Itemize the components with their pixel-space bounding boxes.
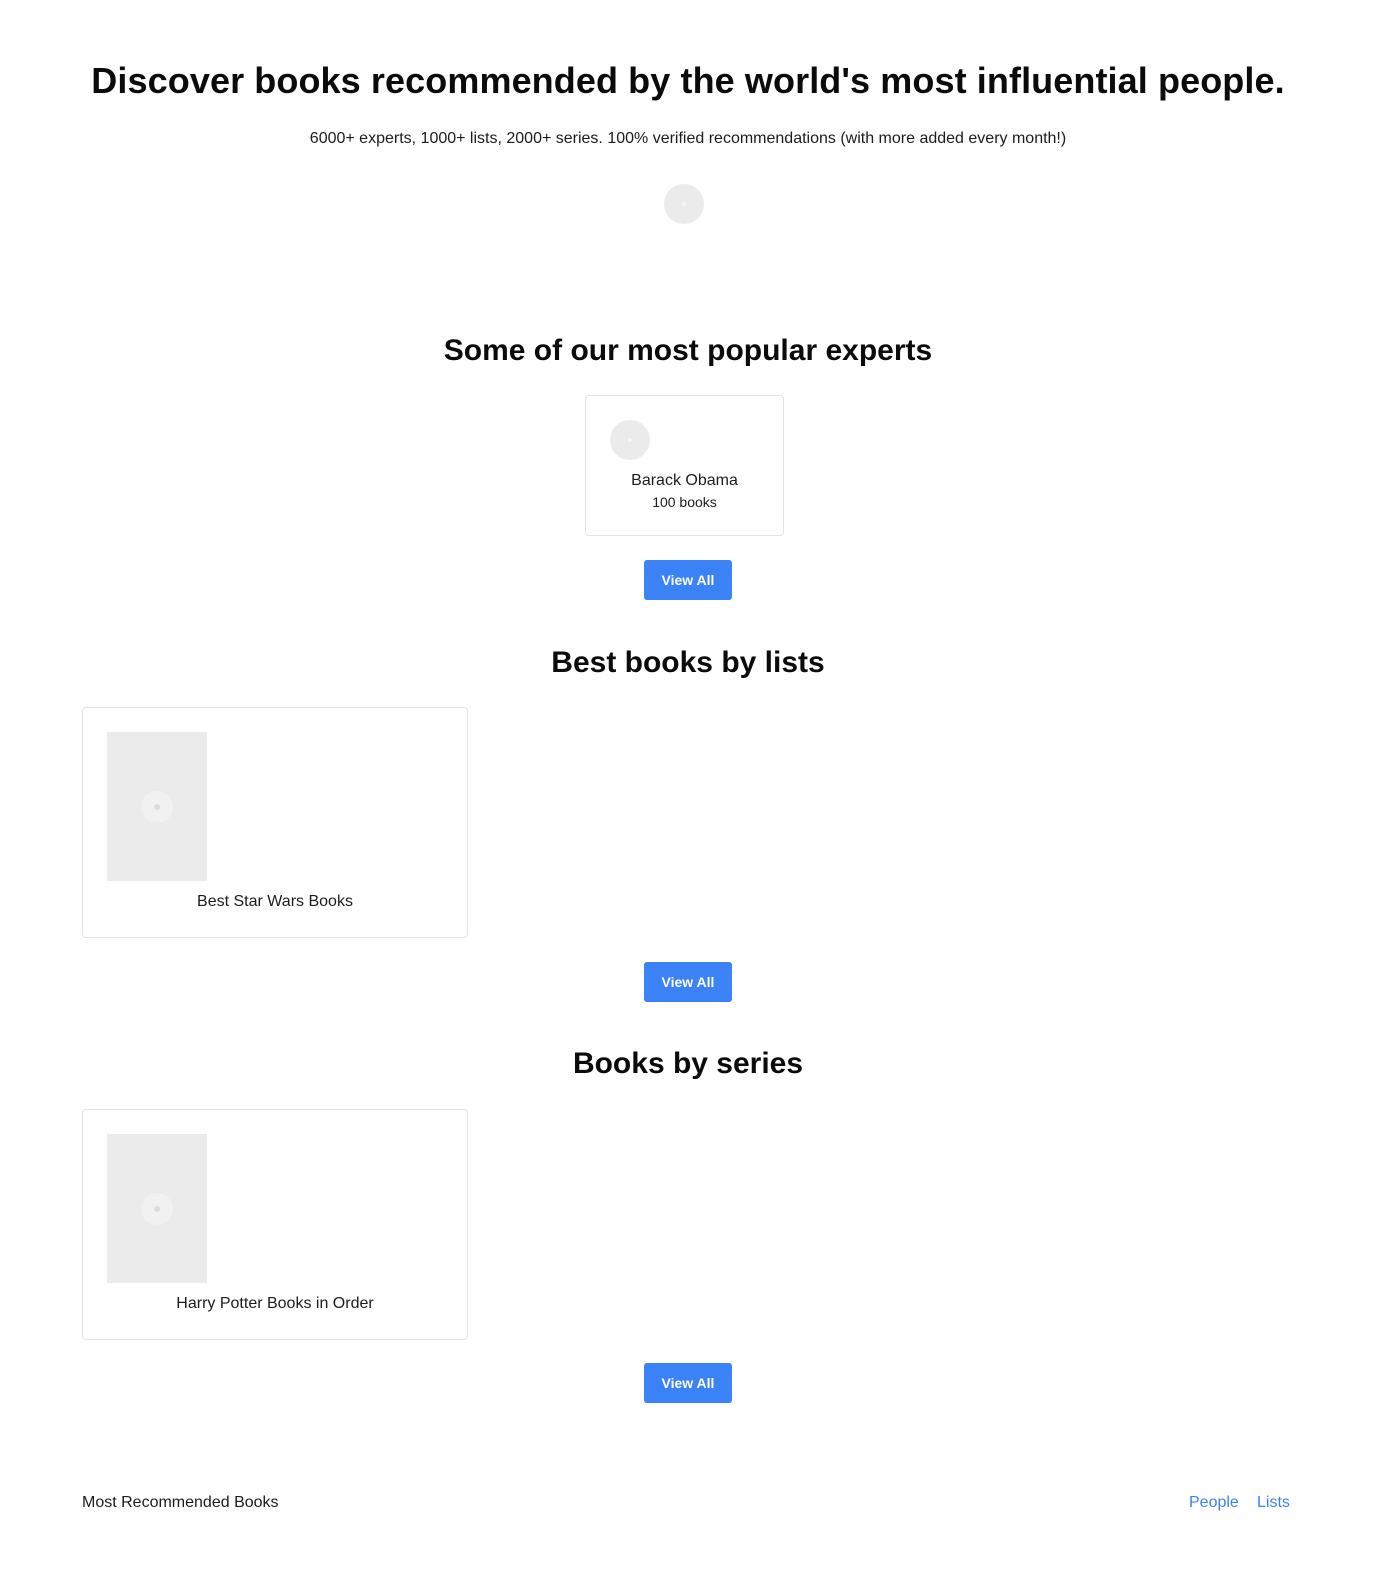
experts-heading: Some of our most popular experts bbox=[443, 334, 933, 367]
footer-brand[interactable]: Most Recommended Books bbox=[82, 1494, 279, 1512]
expert-card[interactable]: Barack Obama 100 books bbox=[585, 395, 784, 536]
hero-title: Discover books recommended by the world'… bbox=[91, 60, 1285, 101]
list-title: Best Star Wars Books bbox=[197, 893, 353, 910]
hero-subtitle: 6000+ experts, 1000+ lists, 2000+ series… bbox=[309, 130, 1067, 147]
footer-link-lists[interactable]: Lists bbox=[1257, 1494, 1290, 1512]
series-cover-image bbox=[107, 1134, 207, 1283]
lists-heading: Best books by lists bbox=[551, 646, 825, 679]
lists-view-all-button[interactable]: View All bbox=[644, 962, 732, 1002]
list-cover-image bbox=[107, 732, 207, 881]
series-title: Harry Potter Books in Order bbox=[176, 1295, 374, 1312]
expert-name: Barack Obama bbox=[631, 472, 738, 489]
expert-avatar bbox=[610, 420, 650, 460]
footer-link-people[interactable]: People bbox=[1189, 1494, 1239, 1512]
loading-spinner-icon bbox=[141, 1193, 173, 1225]
series-card[interactable]: Harry Potter Books in Order bbox=[82, 1109, 468, 1340]
series-heading: Books by series bbox=[572, 1047, 804, 1080]
experts-view-all-button[interactable]: View All bbox=[644, 560, 732, 600]
list-card[interactable]: Best Star Wars Books bbox=[82, 707, 468, 938]
series-view-all-button[interactable]: View All bbox=[644, 1363, 732, 1403]
loading-spinner-icon bbox=[664, 184, 704, 224]
loading-spinner-icon bbox=[141, 791, 173, 823]
expert-book-count: 100 books bbox=[652, 494, 717, 510]
